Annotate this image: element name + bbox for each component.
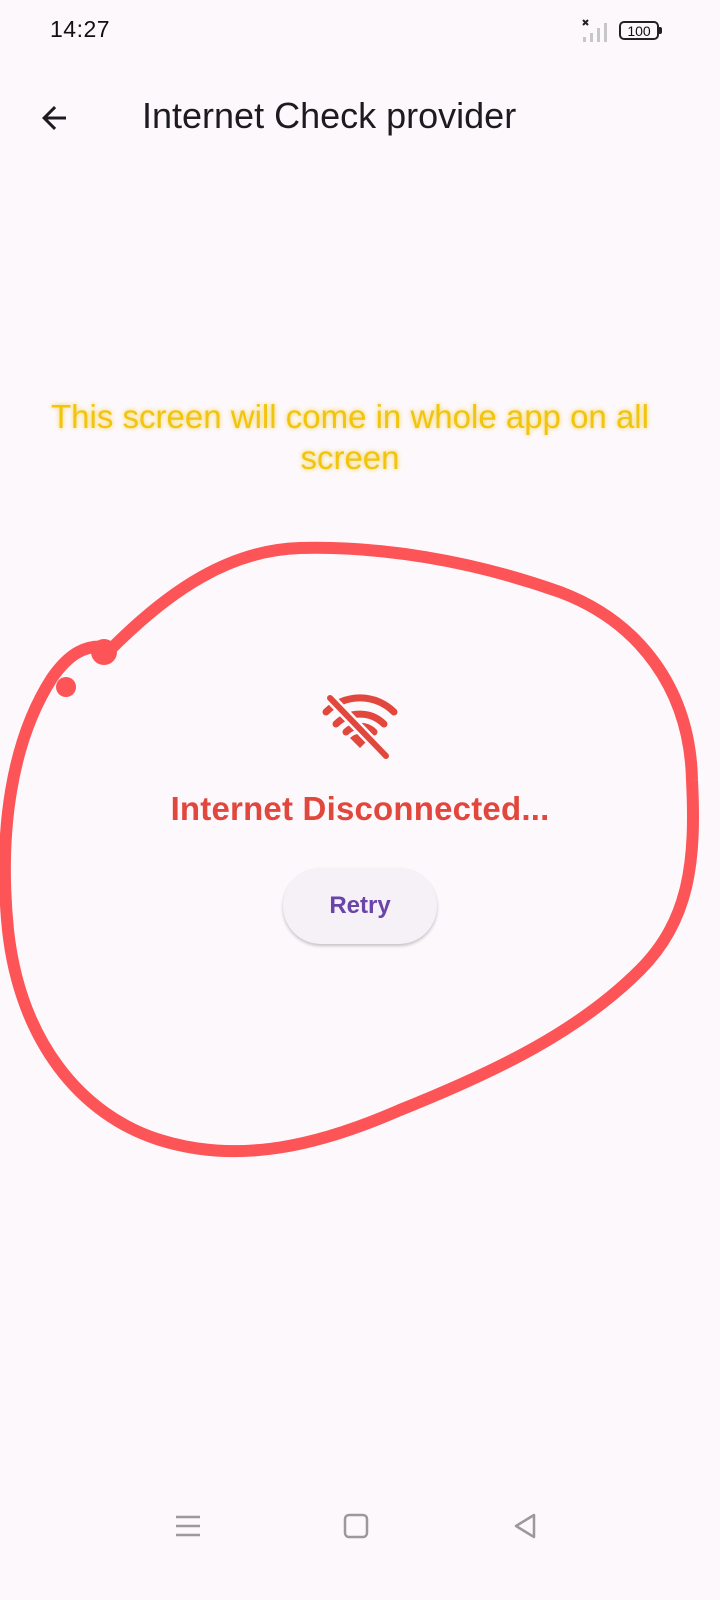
system-back-button[interactable] (506, 1506, 546, 1546)
menu-icon (176, 1515, 200, 1537)
wifi-off-icon (322, 692, 398, 760)
status-time: 14:27 (50, 16, 111, 42)
app-bar: Internet Check provider (0, 72, 720, 164)
home-button[interactable] (336, 1506, 376, 1546)
disconnected-panel: Internet Disconnected... Retry (0, 690, 720, 944)
page-title: Internet Check provider (142, 95, 517, 136)
signal-no-service-icon (582, 19, 607, 42)
system-nav-bar (0, 1490, 720, 1560)
annotation-text: This screen will come in whole app on al… (51, 398, 649, 476)
battery-level: 100 (627, 22, 651, 39)
retry-button[interactable]: Retry (283, 868, 437, 944)
disconnected-message: Internet Disconnected... (170, 790, 550, 827)
home-square-icon (343, 1513, 369, 1539)
back-triangle-icon (514, 1513, 536, 1539)
status-bar: 14:27 100 (0, 0, 720, 64)
menu-button[interactable] (168, 1506, 208, 1546)
back-button[interactable] (24, 90, 84, 146)
arrow-back-icon (42, 106, 66, 130)
battery-indicator: 100 (619, 21, 662, 40)
